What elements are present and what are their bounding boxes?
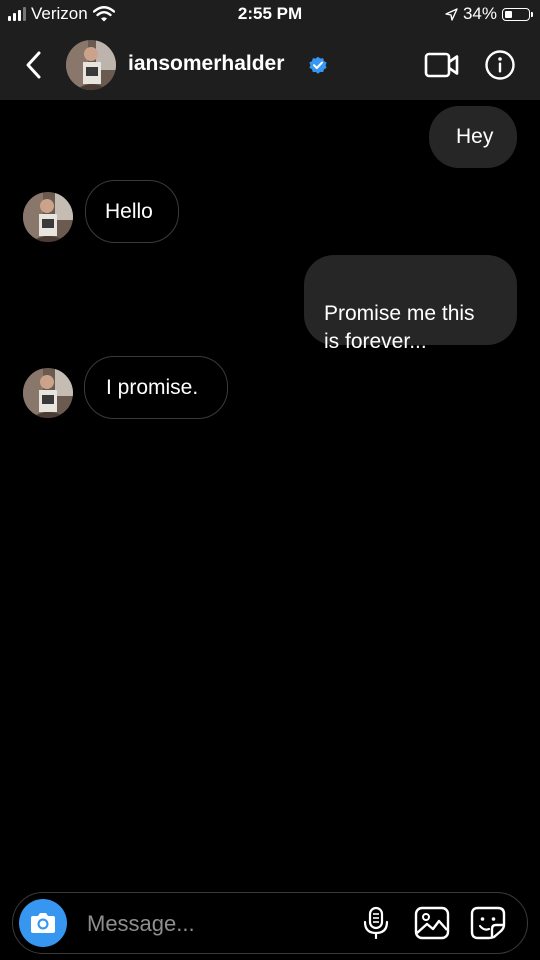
message-text: Hello — [105, 200, 153, 223]
chat-username[interactable]: iansomerhalder — [128, 52, 284, 76]
message-text: I promise. — [106, 376, 199, 399]
video-call-icon[interactable] — [424, 50, 460, 80]
info-icon[interactable] — [484, 49, 516, 81]
sender-avatar[interactable] — [23, 192, 73, 242]
message-bubble-incoming[interactable]: Hello — [85, 180, 179, 243]
message-bubble-incoming[interactable]: I promise. — [84, 356, 228, 419]
message-bubble-outgoing[interactable]: Hey — [429, 106, 517, 168]
top-bar: Verizon 2:55 PM 34% iansomerhalder — [0, 0, 540, 100]
sticker-icon[interactable] — [470, 906, 506, 940]
camera-button[interactable] — [19, 899, 67, 947]
verified-badge-icon — [309, 56, 327, 74]
message-bubble-outgoing[interactable]: Promise me this is forever... — [304, 255, 517, 353]
status-bar: Verizon 2:55 PM 34% — [0, 0, 540, 30]
message-input[interactable] — [85, 907, 349, 941]
status-right-group: 34% — [445, 4, 533, 24]
battery-percent: 34% — [462, 4, 497, 23]
message-text: Promise me this is forever... — [324, 302, 475, 353]
message-composer — [12, 892, 528, 954]
location-arrow-icon — [445, 7, 458, 21]
sender-avatar[interactable] — [23, 368, 73, 418]
gallery-icon[interactable] — [414, 906, 450, 940]
profile-avatar[interactable] — [66, 40, 116, 90]
battery-icon — [502, 7, 533, 21]
camera-icon — [31, 913, 55, 933]
microphone-icon[interactable] — [361, 906, 391, 940]
chat-header: iansomerhalder — [0, 30, 540, 100]
back-chevron-icon[interactable] — [20, 48, 50, 82]
message-text: Hey — [456, 125, 494, 148]
